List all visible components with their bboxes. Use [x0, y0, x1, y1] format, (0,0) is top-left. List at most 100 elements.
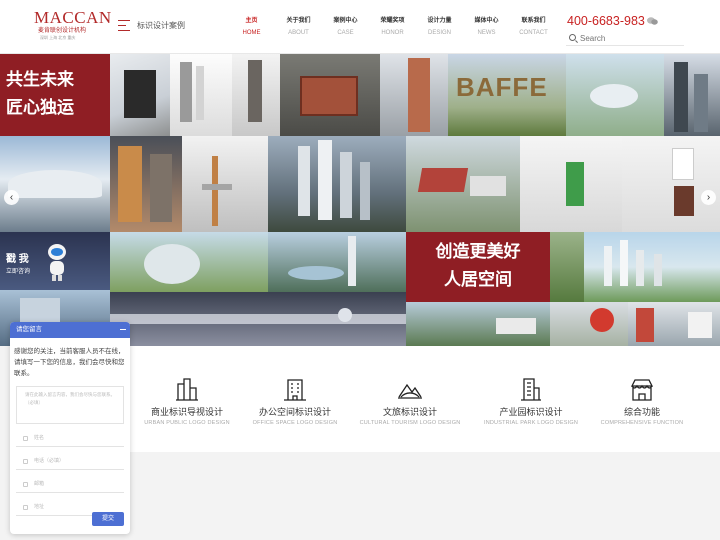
nav-label: 关于我们 [286, 18, 311, 24]
robot-subtext: 立即咨询 [6, 269, 31, 275]
banner-photo [520, 136, 622, 232]
service-office[interactable]: 办公空间标识设计 OFFICE SPACE LOGO DESIGN [240, 376, 350, 428]
banner-photo [110, 136, 182, 232]
banner-slogan-2: 匠心独运 [6, 98, 74, 117]
banner-photo [628, 302, 720, 346]
service-subtitle: OFFICE SPACE LOGO DESIGN [252, 420, 338, 426]
service-subtitle: CULTURAL TOURISM LOGO DESIGN [359, 420, 461, 426]
banner-photo [406, 136, 520, 232]
chat-message: 感谢您的关注，当前客服人员不在线，请填写一下您的信息，我们会尽快和您联系。 [14, 348, 125, 377]
banner-photo [584, 232, 720, 302]
nav-news[interactable]: 媒体中心 NEWS [463, 17, 510, 40]
banner-next-arrow[interactable]: › [701, 190, 716, 205]
banner-photo [380, 54, 448, 136]
service-subtitle: INDUSTRIAL PARK LOGO DESIGN [483, 420, 579, 426]
nav-case[interactable]: 案例中心 CASE [322, 17, 369, 40]
office-building-icon [284, 379, 306, 401]
nav-home[interactable]: 主页 HOME [228, 17, 275, 40]
chat-email-field[interactable]: 邮箱 [16, 476, 124, 493]
search-input[interactable] [580, 31, 680, 45]
menu-icon[interactable] [118, 20, 130, 31]
banner-photo [232, 54, 280, 136]
nav-honor[interactable]: 荣耀奖项 HONOR [369, 17, 416, 40]
logo-text: MACCAN [34, 8, 112, 27]
field-placeholder: 姓名 [34, 435, 45, 441]
hero-banner[interactable]: 共生未来 匠心独运 BAFFE 戳 我 立即咨询 创造更美好 人居空间 ‹ › [0, 54, 720, 346]
nav-contact[interactable]: 联系我们 CONTACT [510, 17, 557, 40]
banner-photo [110, 292, 406, 346]
banner-slogan-4: 人居空间 [444, 270, 512, 289]
minimize-icon[interactable] [120, 329, 126, 330]
site-header: MACCAN 麦肯联创设计机构 深圳 上海 北京 重庆 标识设计案例 主页 HOM… [0, 0, 720, 54]
banner-photo [566, 54, 664, 136]
banner-photo [0, 136, 110, 232]
field-placeholder: 电话（必填） [34, 458, 65, 464]
nav-label-en: HONOR [381, 30, 404, 36]
service-urban[interactable]: 商业标识导视设计 URBAN PUBLIC LOGO DESIGN [132, 376, 242, 428]
mountain-frame-icon [398, 383, 422, 399]
nav-label-en: CONTACT [519, 30, 548, 36]
nav-label: 媒体中心 [474, 18, 499, 24]
logo-cn: 麦肯联创设计机构 [38, 28, 87, 34]
nav-label: 设计力量 [427, 18, 452, 24]
field-placeholder: 地址 [34, 504, 45, 510]
mail-icon [23, 482, 28, 487]
location-icon [23, 505, 28, 510]
robot-text: 戳 我 [6, 254, 29, 265]
search-box[interactable] [566, 31, 684, 46]
banner-photo [110, 54, 170, 136]
phone-number[interactable]: 400-6683-983 [567, 14, 645, 28]
chat-name-field[interactable]: 姓名 [16, 430, 124, 447]
banner-prev-arrow[interactable]: ‹ [4, 190, 19, 205]
banner-photo [550, 232, 584, 302]
chat-title: 请您留言 [16, 326, 42, 333]
nav-label-en: HOME [242, 30, 261, 36]
banner-slogan-1: 共生未来 [6, 70, 74, 89]
main-nav: 主页 HOME 关于我们 ABOUT 案例中心 CASE 荣耀奖项 HONOR 设计力量… [228, 17, 557, 40]
banner-photo: BAFFE [448, 54, 566, 136]
banner-photo [664, 54, 720, 136]
chat-textarea[interactable]: 请在此输入留言内容，我们会尽快与您联系。（必填） [16, 386, 124, 424]
chat-submit-button[interactable]: 提交 [92, 512, 124, 526]
nav-label-en: NEWS [477, 30, 496, 36]
user-icon [23, 436, 28, 441]
nav-label: 案例中心 [333, 18, 358, 24]
header-slogan: 标识设计案例 [137, 21, 185, 30]
banner-photo [406, 302, 550, 346]
banner-photo [550, 302, 628, 346]
nav-label-en: DESIGN [427, 30, 451, 36]
banner-slogan-3: 创造更美好 [435, 242, 521, 261]
factory-icon [521, 378, 541, 401]
nav-label-en: CASE [337, 30, 354, 36]
field-placeholder: 邮箱 [34, 481, 45, 487]
service-subtitle: URBAN PUBLIC LOGO DESIGN [144, 420, 230, 426]
service-title: 商业标识导视设计 [150, 407, 223, 417]
logo[interactable]: MACCAN 麦肯联创设计机构 深圳 上海 北京 重庆 [34, 8, 112, 41]
banner-sign-text: BAFFE [456, 72, 548, 102]
service-comprehensive[interactable]: 综合功能 COMPREHENSIVE FUNCTION [587, 376, 697, 428]
robot-icon [48, 244, 66, 281]
wechat-icon[interactable] [647, 17, 658, 25]
logo-sub: 深圳 上海 北京 重庆 [40, 35, 76, 40]
phone-icon [23, 459, 28, 464]
service-industrial[interactable]: 产业园标识设计 INDUSTRIAL PARK LOGO DESIGN [476, 376, 586, 428]
nav-label: 联系我们 [521, 18, 546, 24]
chat-phone-field[interactable]: 电话（必填） [16, 453, 124, 470]
service-title: 产业园标识设计 [499, 407, 563, 417]
nav-about[interactable]: 关于我们 ABOUT [275, 17, 322, 40]
banner-slogan-tile-2: 创造更美好 人居空间 [406, 232, 550, 302]
nav-label: 主页 [245, 18, 258, 24]
banner-photo [170, 54, 232, 136]
chat-header[interactable]: 请您留言 [10, 322, 130, 338]
service-title: 综合功能 [623, 407, 660, 417]
service-subtitle: COMPREHENSIVE FUNCTION [600, 420, 684, 426]
banner-photo [268, 136, 406, 232]
service-tourism[interactable]: 文旅标识设计 CULTURAL TOURISM LOGO DESIGN [355, 376, 465, 428]
chat-widget: 请您留言 感谢您的关注，当前客服人员不在线，请填写一下您的信息，我们会尽快和您联… [10, 322, 130, 534]
nav-label: 荣耀奖项 [380, 18, 405, 24]
nav-label-en: ABOUT [288, 30, 309, 36]
banner-robot-tile[interactable]: 戳 我 立即咨询 [0, 232, 110, 290]
banner-photo [268, 232, 406, 292]
service-title: 办公空间标识设计 [258, 407, 331, 417]
nav-design[interactable]: 设计力量 DESIGN [416, 17, 463, 40]
